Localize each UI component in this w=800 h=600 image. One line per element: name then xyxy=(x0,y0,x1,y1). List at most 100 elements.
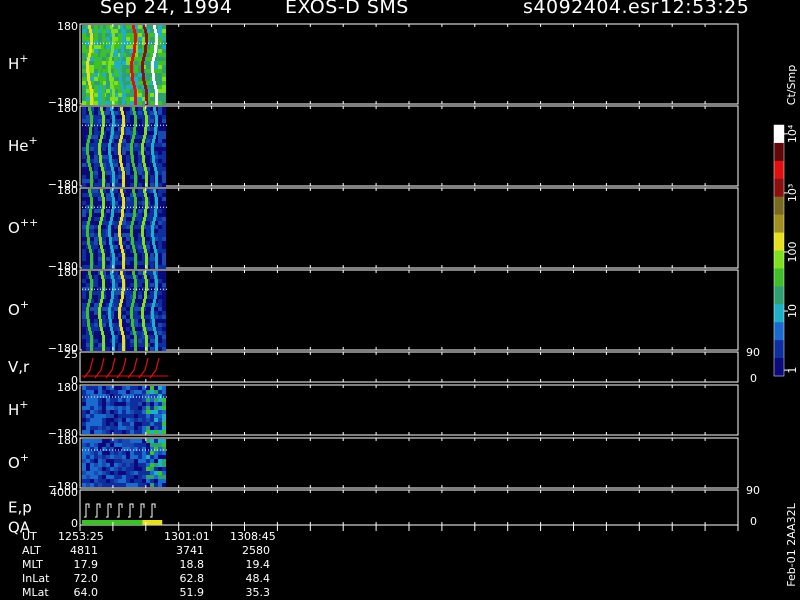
cell xyxy=(118,265,122,269)
stripe-cell xyxy=(154,111,157,115)
cell xyxy=(118,390,122,394)
cell xyxy=(126,406,130,410)
stripe-cell xyxy=(155,101,158,105)
cell xyxy=(126,233,130,237)
cell xyxy=(138,163,142,167)
cell xyxy=(118,279,122,283)
ephemeris-value: 19.4 xyxy=(245,558,271,571)
stripe-cell xyxy=(101,49,104,53)
cell xyxy=(130,430,134,434)
stripe-cell xyxy=(90,33,93,37)
cell xyxy=(142,426,146,430)
stripe-cell xyxy=(122,115,125,119)
stripe-cell xyxy=(142,303,145,307)
stripe-cell xyxy=(144,275,147,279)
stripe-cell xyxy=(133,193,136,197)
stripe-cell xyxy=(141,147,144,151)
cell xyxy=(138,197,142,201)
cell xyxy=(158,183,162,187)
cell xyxy=(114,77,118,81)
cell xyxy=(94,410,98,414)
cell xyxy=(138,327,142,331)
cell xyxy=(146,422,150,426)
cell xyxy=(138,455,142,459)
stripe-cell xyxy=(87,57,90,61)
cell xyxy=(114,443,118,447)
colorbar-swatch xyxy=(774,160,784,180)
stripe-cell xyxy=(145,171,148,175)
stripe-cell xyxy=(102,37,105,41)
stripe-cell xyxy=(109,237,112,241)
cell xyxy=(118,179,122,183)
cell xyxy=(134,467,138,471)
stripe-cell xyxy=(143,81,146,85)
cell xyxy=(162,221,166,225)
ytick-top: 180 xyxy=(57,266,78,279)
cell xyxy=(94,139,98,143)
stripe-cell xyxy=(112,197,115,201)
stripe-cell xyxy=(152,77,155,81)
cell xyxy=(122,422,126,426)
cell xyxy=(86,463,90,467)
cell xyxy=(114,483,118,487)
cell xyxy=(82,127,86,131)
cell xyxy=(146,426,150,430)
cell xyxy=(114,225,118,229)
cell xyxy=(122,426,126,430)
cell xyxy=(106,347,110,351)
cell xyxy=(118,406,122,410)
stripe-cell xyxy=(133,295,136,299)
cell xyxy=(82,139,86,143)
stripe-cell xyxy=(144,111,147,115)
cell xyxy=(118,261,122,265)
stripe-cell xyxy=(87,77,90,81)
cell xyxy=(162,261,166,265)
stripe-cell xyxy=(130,229,133,233)
cell xyxy=(150,283,154,287)
cell xyxy=(114,479,118,483)
stripe-cell xyxy=(155,201,158,205)
cell xyxy=(122,303,126,307)
header-time: 12:53:25 xyxy=(660,0,750,18)
stripe-cell xyxy=(99,221,102,225)
cell xyxy=(150,93,154,97)
cell xyxy=(126,257,130,261)
cell xyxy=(158,271,162,275)
cell xyxy=(158,291,162,295)
panel-frame xyxy=(79,269,739,351)
stripe-cell xyxy=(133,45,136,49)
cell xyxy=(134,147,138,151)
stripe-cell xyxy=(154,331,157,335)
panel-frame xyxy=(79,105,739,187)
stripe-cell xyxy=(153,189,156,193)
stripe-cell xyxy=(154,85,157,89)
cell xyxy=(94,201,98,205)
stripe-cell xyxy=(153,299,156,303)
cell xyxy=(102,459,106,463)
cell xyxy=(146,237,150,241)
cell xyxy=(86,483,90,487)
cell xyxy=(158,159,162,163)
cell xyxy=(158,443,162,447)
stripe-cell xyxy=(144,213,147,217)
cell xyxy=(94,171,98,175)
cell xyxy=(126,77,130,81)
cell xyxy=(150,257,154,261)
cell xyxy=(122,69,126,73)
cell xyxy=(158,61,162,65)
stripe-cell xyxy=(110,135,113,139)
cell xyxy=(114,147,118,151)
cell xyxy=(94,455,98,459)
cell xyxy=(94,315,98,319)
cell xyxy=(110,443,114,447)
cell xyxy=(94,327,98,331)
ephemeris-value: 1301:01 xyxy=(164,530,210,543)
stripe-cell xyxy=(88,327,91,331)
cell xyxy=(158,249,162,253)
stripe-cell xyxy=(153,271,156,275)
ephemeris-value: 1253:25 xyxy=(58,530,104,543)
stripe-cell xyxy=(143,217,146,221)
stripe-cell xyxy=(154,29,157,33)
cell xyxy=(126,327,130,331)
cell xyxy=(122,61,126,65)
